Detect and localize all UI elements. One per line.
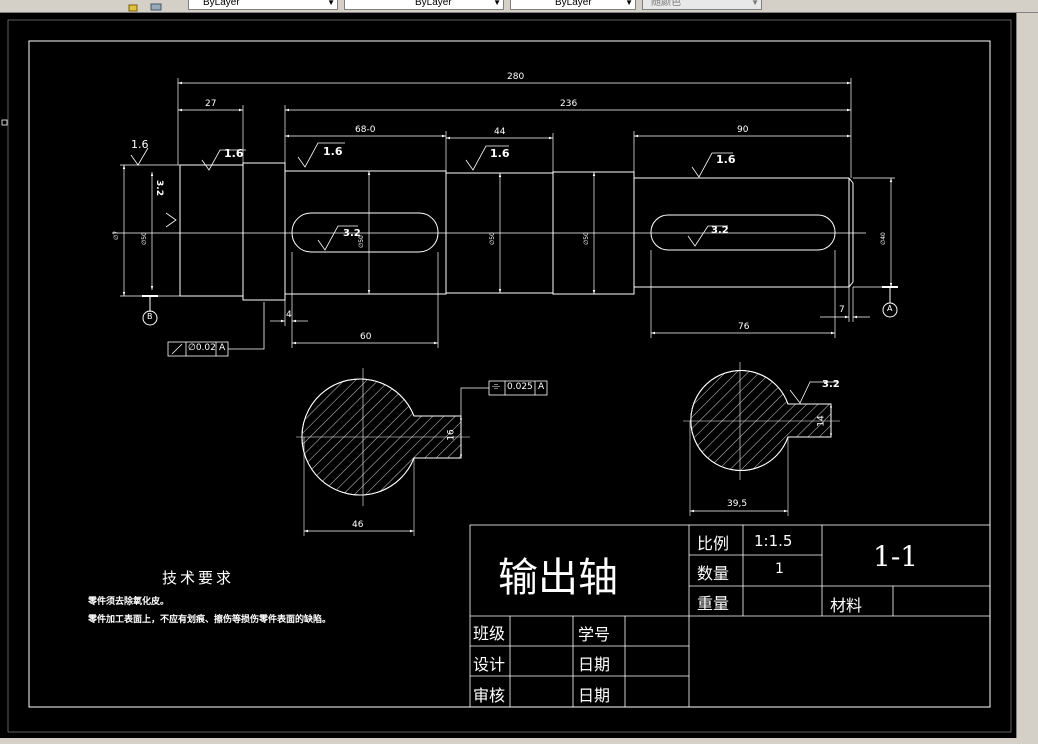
symmetry-value: 0.025 bbox=[507, 382, 533, 392]
dim-90: 90 bbox=[737, 125, 749, 135]
layer-stack-icon[interactable] bbox=[150, 0, 162, 11]
roughness-3-2-a: 3.2 bbox=[343, 228, 361, 239]
symmetry-icon: ⌯ bbox=[492, 381, 500, 392]
roughness-3-2-c: 3.2 bbox=[153, 180, 164, 196]
roughness-1-6-d: 1.6 bbox=[716, 153, 736, 166]
dim-4: 4 bbox=[286, 310, 292, 320]
roughness-1-6-a: 1.6 bbox=[224, 147, 244, 160]
material-label: 材料 bbox=[830, 596, 863, 615]
layer-state-icon[interactable] bbox=[128, 0, 140, 12]
design-label: 设计 bbox=[473, 655, 506, 674]
student-no-label: 学号 bbox=[578, 625, 611, 644]
shaft-outline bbox=[179, 162, 854, 301]
scale-value: 1:1.5 bbox=[754, 532, 793, 550]
linetype-control[interactable]: ByLayer ▼ bbox=[344, 0, 504, 10]
keyway-left bbox=[291, 212, 439, 253]
symmetry-datum: A bbox=[538, 382, 545, 392]
keyway-right bbox=[650, 214, 836, 251]
dim-16: 16 bbox=[446, 429, 457, 441]
drawing-canvas[interactable]: ∅7 ∅50 ∅50 ∅50 ∅50 ∅40 bbox=[0, 13, 1016, 738]
scale-label: 比例 bbox=[697, 534, 730, 553]
diameter-dimensions bbox=[120, 164, 895, 297]
class-label: 班级 bbox=[473, 624, 506, 643]
part-name: 输出轴 bbox=[498, 555, 618, 601]
svg-text:∅40: ∅40 bbox=[880, 232, 887, 245]
color-control-value: ByLayer bbox=[203, 0, 240, 8]
review-label: 审核 bbox=[473, 686, 506, 705]
drawing-number: 1-1 bbox=[873, 540, 919, 573]
date-label-2: 日期 bbox=[578, 686, 611, 705]
datum-b-label: B bbox=[147, 312, 153, 321]
dim-280: 280 bbox=[507, 72, 525, 82]
dim-7: 7 bbox=[839, 305, 845, 315]
color-control[interactable]: ByLayer ▼ bbox=[188, 0, 338, 10]
dim-236: 236 bbox=[560, 99, 578, 109]
roughness-3-2-b: 3.2 bbox=[711, 225, 729, 236]
plotstyle-control-value: 随颜色 bbox=[651, 0, 681, 8]
vertical-scrollbar[interactable] bbox=[1016, 13, 1038, 738]
runout-value: ∅0.02 bbox=[188, 343, 216, 353]
roughness-symbols bbox=[130, 142, 838, 404]
chevron-down-icon: ▼ bbox=[625, 0, 633, 7]
roughness-3-2-d: 3.2 bbox=[822, 379, 840, 390]
dim-27: 27 bbox=[205, 99, 217, 109]
dim-39-5: 39,5 bbox=[727, 499, 748, 509]
svg-text:∅50: ∅50 bbox=[583, 232, 590, 245]
weight-label: 重量 bbox=[697, 594, 730, 613]
chevron-down-icon: ▼ bbox=[493, 0, 501, 7]
dim-68: 68-0 bbox=[355, 125, 376, 135]
roughness-1-6-e: 1.6 bbox=[131, 138, 149, 151]
section-view-left bbox=[296, 368, 548, 536]
dim-60: 60 bbox=[360, 332, 372, 342]
tech-req-title: 技术要求 bbox=[162, 569, 235, 587]
dim-76: 76 bbox=[738, 322, 750, 332]
chevron-down-icon: ▼ bbox=[751, 0, 759, 7]
qty-value: 1 bbox=[775, 561, 784, 577]
chevron-down-icon: ▼ bbox=[327, 0, 335, 7]
plotstyle-control[interactable]: 随颜色 ▼ bbox=[642, 0, 762, 10]
tech-req-line-1: 零件须去除氧化皮。 bbox=[88, 597, 170, 607]
horizontal-scrollbar[interactable] bbox=[0, 738, 1038, 744]
dim-14: 14 bbox=[816, 415, 827, 427]
runout-datum: A bbox=[219, 343, 226, 353]
date-label-1: 日期 bbox=[578, 655, 611, 674]
datum-a-label: A bbox=[887, 304, 893, 313]
section-view-right bbox=[683, 362, 840, 516]
qty-label: 数量 bbox=[697, 564, 730, 583]
lineweight-control-value: ByLayer bbox=[555, 0, 592, 8]
properties-toolbar: ByLayer ▼ ByLayer ▼ ByLayer ▼ 随颜色 ▼ bbox=[0, 0, 1038, 13]
dim-46: 46 bbox=[352, 520, 364, 530]
ucs-icon bbox=[1, 119, 8, 126]
svg-text:∅50: ∅50 bbox=[489, 232, 496, 245]
paper-edge bbox=[7, 19, 1012, 733]
svg-text:∅7: ∅7 bbox=[113, 231, 120, 240]
roughness-1-6-b: 1.6 bbox=[323, 145, 343, 158]
svg-text:∅50: ∅50 bbox=[141, 232, 148, 245]
linetype-control-value: ByLayer bbox=[415, 0, 452, 8]
tech-req-line-2: 零件加工表面上，不应有划痕、擦伤等损伤零件表面的缺陷。 bbox=[88, 615, 332, 625]
horizontal-dimensions bbox=[177, 78, 870, 348]
dim-44: 44 bbox=[494, 127, 506, 137]
runout-tolerance-frame bbox=[167, 302, 265, 357]
lineweight-control[interactable]: ByLayer ▼ bbox=[510, 0, 636, 10]
roughness-1-6-c: 1.6 bbox=[490, 147, 510, 160]
